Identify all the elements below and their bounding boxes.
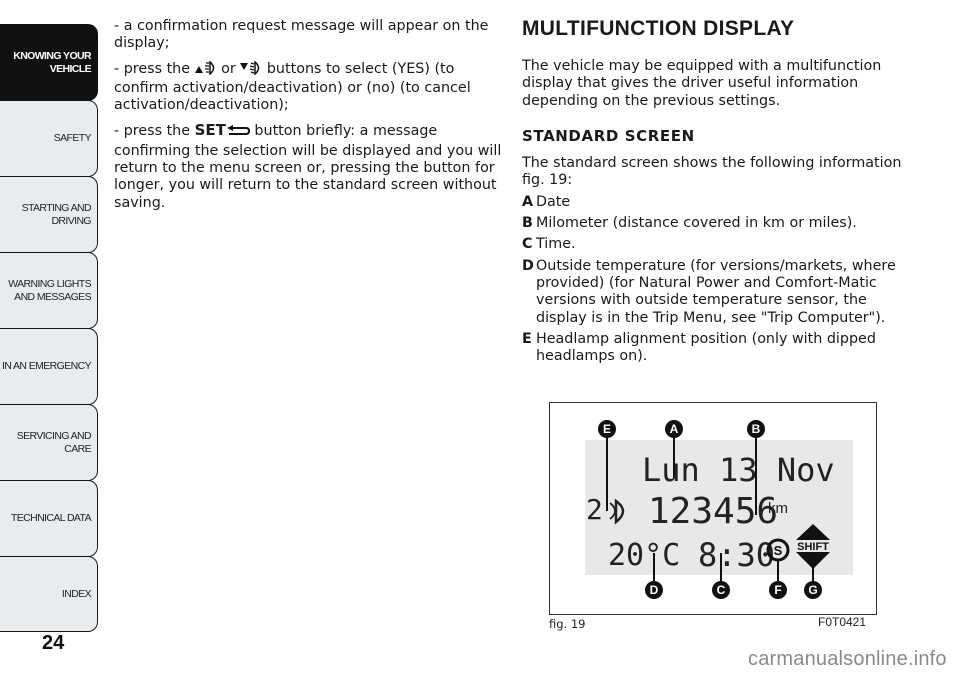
legend-key: E <box>522 330 532 347</box>
legend-text: Date <box>536 193 571 210</box>
tab-label: INDEX <box>61 587 92 600</box>
tab-label: SERVICING AND CARE <box>16 429 92 455</box>
lcd-headlamp-level: 2 <box>586 493 603 526</box>
figure-19: Lun 13 Nov 2 123456 km 20°C 8:30 S SHIFT… <box>549 402 877 615</box>
right-text-column: MULTIFUNCTION DISPLAY The vehicle may be… <box>522 16 922 369</box>
paragraph-set-button: - press the SET button briefly: a messag… <box>114 122 509 211</box>
legend-text: Milometer (distance covered in km or mil… <box>536 215 857 232</box>
callout-d: D <box>650 583 659 597</box>
section-title: MULTIFUNCTION DISPLAY <box>522 17 795 40</box>
legend-item-c: C Time. <box>522 236 922 253</box>
figure-caption: fig. 19 <box>549 617 586 631</box>
tab-label: TECHNICAL DATA <box>10 512 92 524</box>
left-text-column: - a confirmation request message will ap… <box>114 18 509 220</box>
tab-warning-lights[interactable]: WARNING LIGHTS AND MESSAGES <box>0 252 98 329</box>
tab-in-an-emergency[interactable]: IN AN EMERGENCY <box>0 328 98 405</box>
legend-key: D <box>522 257 534 274</box>
lcd-odometer-unit: km <box>768 500 788 517</box>
start-stop-letter: S <box>774 543 783 558</box>
lcd-date: Lun 13 Nov <box>642 451 835 489</box>
intro-paragraph: The vehicle may be equipped with a multi… <box>522 58 882 109</box>
display-diagram: Lun 13 Nov 2 123456 km 20°C 8:30 S SHIFT… <box>586 420 835 599</box>
legend-item-b: B Milometer (distance covered in km or mi… <box>522 215 922 232</box>
legend-text: Outside temperature (for versions/market… <box>536 257 896 326</box>
text-fragment: - press the <box>114 123 195 140</box>
watermark: carmanualsonline.info <box>748 648 947 670</box>
callout-g: G <box>808 583 817 597</box>
tab-label: KNOWING YOUR VEHICLE <box>13 49 91 75</box>
figure-code: F0T0421 <box>818 615 867 629</box>
tab-label: STARTING AND DRIVING <box>21 201 92 227</box>
tab-starting-and-driving[interactable]: STARTING AND DRIVING <box>0 176 98 253</box>
callout-b: B <box>752 422 761 436</box>
lcd-temperature: 20°C <box>608 538 680 573</box>
callout-a: A <box>670 422 679 436</box>
tab-technical-data[interactable]: TECHNICAL DATA <box>0 480 98 557</box>
paragraph-confirmation: - a confirmation request message will ap… <box>114 18 489 52</box>
legend-text: Headlamp alignment position (only with d… <box>536 330 876 365</box>
subsection-title: STANDARD SCREEN <box>522 126 695 145</box>
tab-index[interactable]: INDEX <box>0 556 98 632</box>
callout-f: F <box>774 583 781 597</box>
tab-servicing-and-care[interactable]: SERVICING AND CARE <box>0 404 98 481</box>
page-number: 24 <box>42 632 65 654</box>
headlamp-alignment-icon <box>609 498 625 525</box>
lead-paragraph: The standard screen shows the following … <box>522 155 902 189</box>
return-arrow-icon <box>226 125 250 142</box>
set-label: SET <box>194 121 226 140</box>
legend-text: Time. <box>536 236 576 253</box>
lcd-time: 8:30 <box>698 536 775 574</box>
text-fragment: or <box>216 60 241 77</box>
legend-key: A <box>522 193 534 210</box>
paragraph-select-buttons: - press the or buttons to select (YES) (… <box>114 59 509 115</box>
legend-key: B <box>522 215 533 232</box>
text-fragment: - press the <box>114 60 195 77</box>
tab-label: IN AN EMERGENCY <box>1 360 92 372</box>
tab-knowing-your-vehicle[interactable]: KNOWING YOUR VEHICLE <box>0 24 98 101</box>
headlamp-down-icon <box>240 59 262 80</box>
tab-label: SAFETY <box>53 132 92 144</box>
lcd-odometer: 123456 <box>648 491 778 532</box>
callout-e: E <box>603 422 611 436</box>
shift-label: SHIFT <box>797 541 829 553</box>
tab-label: WARNING LIGHTS AND MESSAGES <box>8 277 91 303</box>
legend-key: C <box>522 236 533 253</box>
legend-item-a: A Date <box>522 194 922 211</box>
legend-item-e: E Headlamp alignment position (only with … <box>522 331 922 366</box>
legend-item-d: D Outside temperature (for versions/marke… <box>522 258 922 327</box>
tab-safety[interactable]: SAFETY <box>0 100 98 177</box>
headlamp-up-icon <box>194 59 217 80</box>
shift-indicator-icon: SHIFT <box>796 524 830 569</box>
callout-c: C <box>717 583 726 597</box>
